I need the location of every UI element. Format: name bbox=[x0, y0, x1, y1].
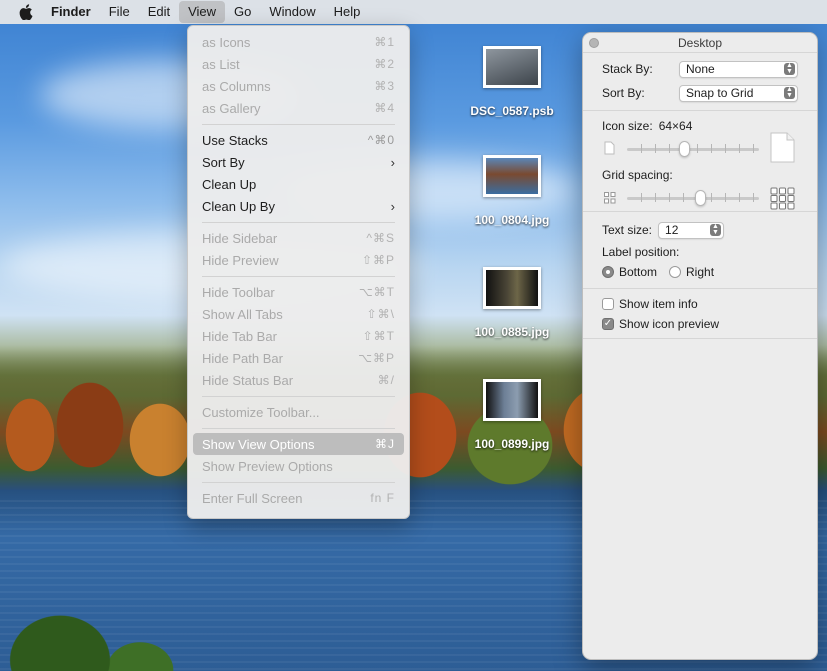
menu-item-use-stacks[interactable]: Use Stacks ^⌘0 bbox=[193, 129, 404, 151]
desktop-file-icon[interactable]: 100_0804.jpg bbox=[457, 155, 567, 227]
large-grid-icon bbox=[770, 187, 795, 210]
menu-separator bbox=[202, 276, 395, 277]
show-icon-preview-checkbox[interactable]: ✓ bbox=[602, 318, 614, 330]
menu-edit[interactable]: Edit bbox=[139, 1, 179, 23]
menu-item-as-list[interactable]: as List ⌘2 bbox=[193, 53, 404, 75]
stack-by-popup[interactable]: None ▲ ▼ bbox=[679, 60, 798, 78]
menu-item-sort-by[interactable]: Sort By › bbox=[193, 151, 404, 173]
icon-size-slider[interactable] bbox=[583, 132, 817, 163]
file-name: DSC_0587.psb bbox=[470, 104, 554, 118]
slider-knob[interactable] bbox=[678, 141, 690, 157]
panel-title: Desktop bbox=[677, 36, 723, 50]
grid-spacing-slider[interactable] bbox=[583, 184, 817, 212]
file-name: 100_0885.jpg bbox=[474, 325, 550, 339]
close-icon[interactable] bbox=[589, 38, 599, 48]
size-section: Icon size: 64×64 Grid spacing: bbox=[583, 111, 817, 212]
menu-item-hide-tab-bar[interactable]: Hide Tab Bar ⇧⌘T bbox=[193, 325, 404, 347]
menu-item-as-icons[interactable]: as Icons ⌘1 bbox=[193, 31, 404, 53]
sort-by-popup[interactable]: Snap to Grid ▲ ▼ bbox=[679, 84, 798, 102]
text-size-row: Text size: 12 ▲ ▼ bbox=[583, 218, 817, 242]
show-item-info-label: Show item info bbox=[619, 297, 698, 311]
menu-separator bbox=[202, 428, 395, 429]
menu-file[interactable]: File bbox=[100, 1, 139, 23]
menu-item-hide-status-bar[interactable]: Hide Status Bar ⌘/ bbox=[193, 369, 404, 391]
stack-by-label: Stack By: bbox=[602, 62, 653, 76]
menu-item-as-columns[interactable]: as Columns ⌘3 bbox=[193, 75, 404, 97]
menu-item-as-gallery[interactable]: as Gallery ⌘4 bbox=[193, 97, 404, 119]
menu-separator bbox=[202, 222, 395, 223]
file-name: 100_0804.jpg bbox=[474, 213, 550, 227]
menu-item-hide-path-bar[interactable]: Hide Path Bar ⌥⌘P bbox=[193, 347, 404, 369]
chevron-right-icon: › bbox=[390, 198, 395, 214]
menu-item-customize-toolbar[interactable]: Customize Toolbar... bbox=[193, 401, 404, 423]
icon-size-label: Icon size: bbox=[602, 119, 653, 133]
stack-by-row: Stack By: None ▲ ▼ bbox=[583, 57, 817, 81]
file-thumbnail bbox=[483, 46, 541, 88]
desktop-file-icon[interactable]: DSC_0587.psb bbox=[457, 46, 567, 118]
desktop-file-icon[interactable]: 100_0899.jpg bbox=[457, 379, 567, 451]
desktop-file-icon[interactable]: 100_0885.jpg bbox=[457, 267, 567, 339]
grid-spacing-label: Grid spacing: bbox=[602, 168, 673, 182]
text-size-popup[interactable]: 12 ▲ ▼ bbox=[658, 221, 725, 239]
file-thumbnail bbox=[483, 267, 541, 309]
up-down-arrows-icon: ▲ ▼ bbox=[784, 86, 795, 99]
menu-bar: Finder File Edit View Go Window Help bbox=[0, 0, 827, 24]
menu-item-clean-up-by[interactable]: Clean Up By › bbox=[193, 195, 404, 217]
file-thumbnail bbox=[483, 155, 541, 197]
menu-finder[interactable]: Finder bbox=[42, 1, 100, 23]
menu-item-hide-toolbar[interactable]: Hide Toolbar ⌥⌘T bbox=[193, 281, 404, 303]
radio-bottom-label: Bottom bbox=[619, 265, 658, 279]
up-down-arrows-icon: ▲ ▼ bbox=[784, 62, 795, 75]
chevron-right-icon: › bbox=[390, 154, 395, 170]
menu-item-show-view-options[interactable]: Show View Options ⌘J bbox=[193, 433, 404, 455]
menu-separator bbox=[202, 124, 395, 125]
radio-bottom[interactable] bbox=[602, 266, 614, 278]
small-grid-icon bbox=[604, 192, 616, 204]
label-position-label: Label position: bbox=[602, 245, 680, 259]
menu-item-hide-sidebar[interactable]: Hide Sidebar ^⌘S bbox=[193, 227, 404, 249]
view-options-panel: Desktop Stack By: None ▲ ▼ Sort By: Snap … bbox=[582, 32, 818, 660]
sort-by-row: Sort By: Snap to Grid ▲ ▼ bbox=[583, 81, 817, 105]
foreground-plants bbox=[0, 530, 200, 671]
menu-separator bbox=[202, 482, 395, 483]
menu-go[interactable]: Go bbox=[225, 1, 260, 23]
view-menu-dropdown: as Icons ⌘1 as List ⌘2 as Columns ⌘3 as Gal… bbox=[187, 25, 410, 519]
file-name: 100_0899.jpg bbox=[474, 437, 550, 451]
menu-item-show-all-tabs[interactable]: Show All Tabs ⇧⌘\ bbox=[193, 303, 404, 325]
menu-item-clean-up[interactable]: Clean Up bbox=[193, 173, 404, 195]
small-document-icon bbox=[604, 141, 615, 155]
icon-size-value: 64×64 bbox=[658, 119, 693, 133]
radio-right-label: Right bbox=[686, 265, 715, 279]
large-document-icon bbox=[770, 132, 795, 163]
sort-by-label: Sort By: bbox=[602, 86, 645, 100]
text-label-section: Text size: 12 ▲ ▼ Label position: Bottom … bbox=[583, 212, 817, 289]
show-icon-preview-label: Show icon preview bbox=[619, 317, 720, 331]
menu-item-hide-preview[interactable]: Hide Preview ⇧⌘P bbox=[193, 249, 404, 271]
menu-help[interactable]: Help bbox=[325, 1, 370, 23]
menu-item-enter-full-screen[interactable]: Enter Full Screen fn F bbox=[193, 487, 404, 509]
stack-sort-section: Stack By: None ▲ ▼ Sort By: Snap to Grid … bbox=[583, 53, 817, 111]
show-item-info-checkbox[interactable] bbox=[602, 298, 614, 310]
radio-right[interactable] bbox=[669, 266, 682, 278]
menu-separator bbox=[202, 396, 395, 397]
up-down-arrows-icon: ▲ ▼ bbox=[710, 223, 722, 236]
menu-window[interactable]: Window bbox=[260, 1, 324, 23]
show-item-info-row: Show item info bbox=[583, 294, 817, 314]
grid-spacing-row: Grid spacing: bbox=[583, 166, 817, 184]
info-section: Show item info ✓ Show icon preview bbox=[583, 289, 817, 339]
label-position-options: Bottom Right bbox=[583, 262, 817, 282]
slider-knob[interactable] bbox=[694, 190, 706, 206]
panel-titlebar: Desktop bbox=[583, 33, 817, 53]
menu-view[interactable]: View bbox=[179, 1, 226, 23]
text-size-label: Text size: bbox=[602, 223, 653, 237]
menu-item-show-preview-options[interactable]: Show Preview Options bbox=[193, 455, 404, 477]
label-position-row: Label position: bbox=[583, 242, 817, 262]
file-thumbnail bbox=[483, 379, 541, 421]
show-icon-preview-row: ✓ Show icon preview bbox=[583, 314, 817, 334]
apple-menu-icon[interactable] bbox=[18, 3, 34, 21]
